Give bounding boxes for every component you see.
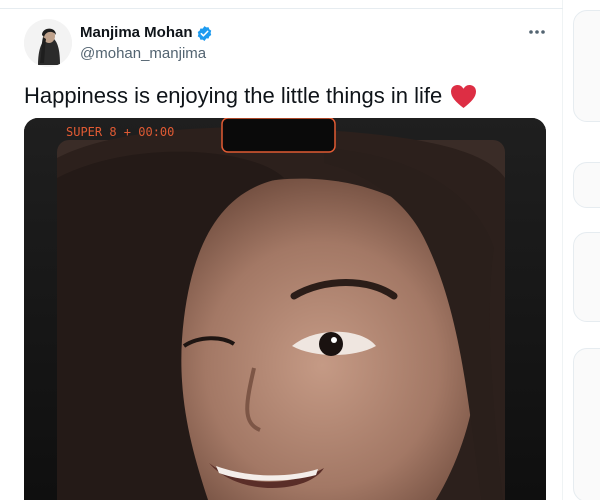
sidebar-card[interactable] — [573, 348, 600, 500]
avatar[interactable] — [24, 19, 72, 67]
tweet-photo[interactable]: SUPER 8 + 00:00 — [24, 118, 546, 500]
tweet-text-content: Happiness is enjoying the little things … — [24, 83, 443, 108]
sidebar-card[interactable] — [573, 162, 600, 208]
tweet-text: Happiness is enjoying the little things … — [24, 82, 477, 110]
more-options-icon[interactable] — [523, 22, 551, 42]
verified-badge-icon — [196, 25, 213, 42]
right-sidebar — [563, 0, 600, 500]
author-name-row: Manjima Mohan — [80, 23, 213, 43]
overlay-text: SUPER 8 + 00:00 — [66, 125, 174, 139]
avatar-image — [24, 19, 72, 67]
selfie-photo: SUPER 8 + 00:00 — [24, 118, 546, 500]
timeline-column: Manjima Mohan @mohan_manjima Happiness i… — [0, 0, 563, 500]
author-handle[interactable]: @mohan_manjima — [80, 44, 206, 64]
divider — [0, 8, 563, 9]
tweet-page: Manjima Mohan @mohan_manjima Happiness i… — [0, 0, 600, 500]
sidebar-card[interactable] — [573, 232, 600, 322]
red-heart-icon — [450, 84, 477, 109]
display-name[interactable]: Manjima Mohan — [80, 23, 193, 43]
sidebar-card[interactable] — [573, 10, 600, 122]
